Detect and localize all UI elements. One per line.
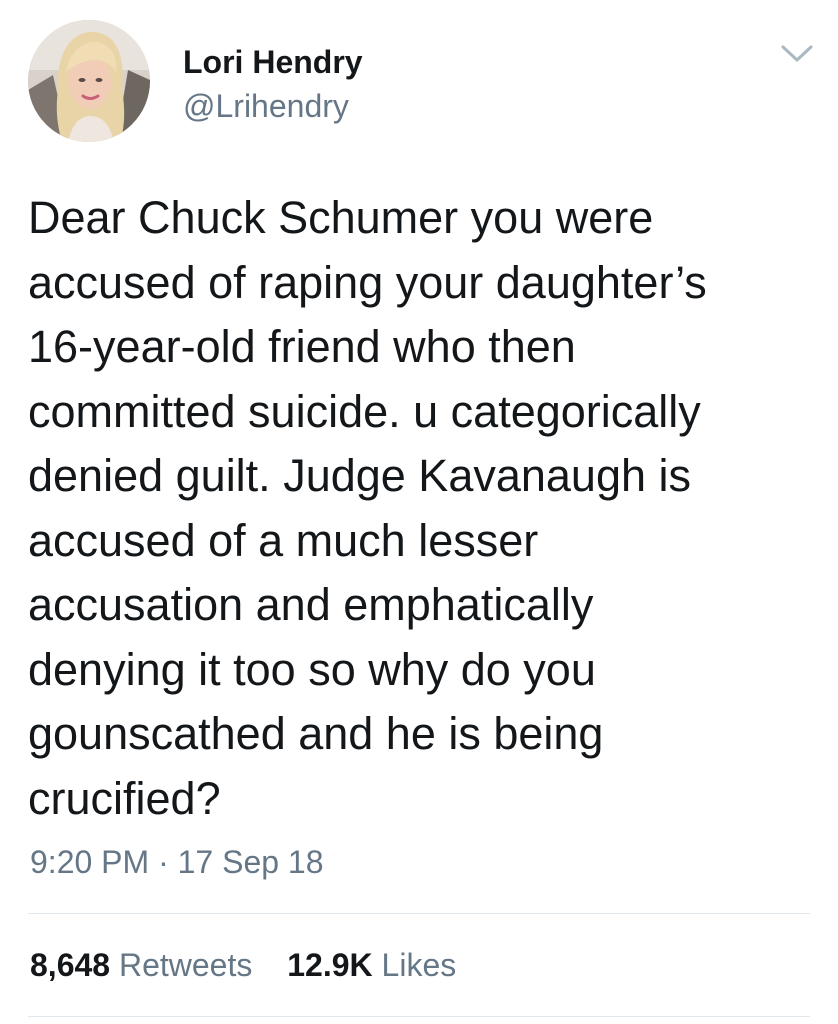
chevron-down-icon (781, 45, 813, 62)
user-handle[interactable]: @Lrihendry (183, 88, 363, 124)
retweets-stat[interactable]: 8,648 Retweets (30, 946, 252, 984)
display-name[interactable]: Lori Hendry (183, 44, 363, 80)
tweet-timestamp[interactable]: 9:20 PM · 17 Sep 18 (30, 843, 324, 881)
author-info: Lori Hendry @Lrihendry (183, 44, 363, 124)
tweet-text: Dear Chuck Schumer you were accused of r… (28, 192, 707, 824)
tweet-card: Lori Hendry @Lrihendry Dear Chuck Schume… (0, 0, 838, 1024)
avatar-photo (28, 20, 150, 142)
tweet-date: 17 Sep 18 (177, 844, 324, 880)
tweet-stats: 8,648 Retweets 12.9K Likes (30, 946, 456, 984)
tweet-time: 9:20 PM (30, 844, 150, 880)
divider (28, 913, 810, 914)
retweets-count: 8,648 (30, 947, 111, 983)
avatar[interactable] (28, 20, 150, 142)
timestamp-separator: · (158, 844, 169, 880)
tweet-menu-button[interactable] (780, 42, 814, 66)
divider (28, 1016, 810, 1017)
likes-label: Likes (381, 947, 457, 983)
retweets-label: Retweets (118, 947, 253, 983)
likes-count: 12.9K (287, 947, 373, 983)
likes-stat[interactable]: 12.9K Likes (287, 946, 456, 984)
